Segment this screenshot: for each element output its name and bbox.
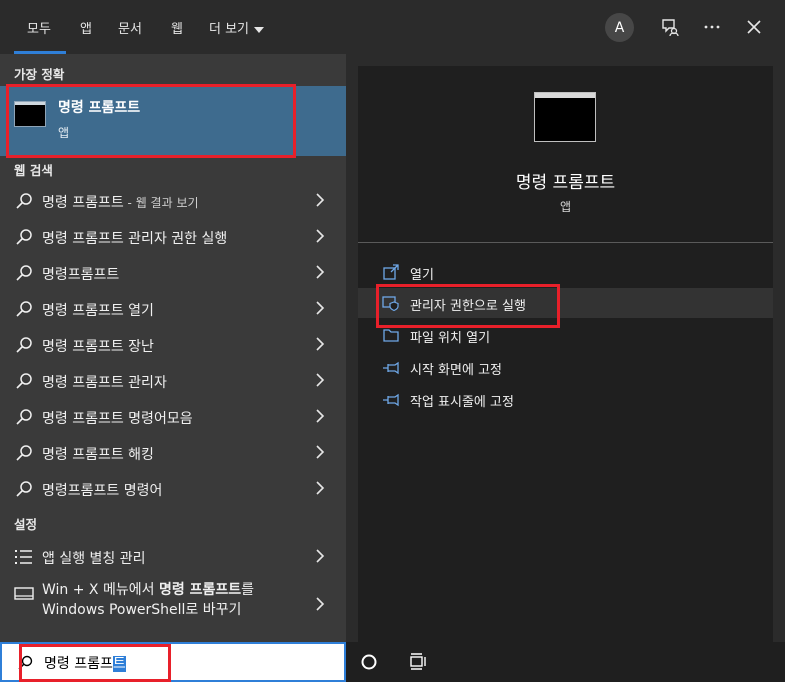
open-icon xyxy=(383,264,399,280)
tab-more[interactable]: 더 보기 xyxy=(209,18,265,37)
tab-documents[interactable]: 문서 xyxy=(118,18,142,37)
web-result-item[interactable]: 명령 프롬프트 명령어모음 xyxy=(0,398,346,434)
search-filter-bar: 모두 앱 문서 웹 더 보기 A xyxy=(0,0,785,54)
search-icon xyxy=(16,265,32,281)
web-result-label: 명령 프롬프트 관리자 xyxy=(42,375,167,391)
settings-item-line1-post: 를 xyxy=(241,582,254,598)
action-label: 작업 표시줄에 고정 xyxy=(410,395,514,410)
action-label: 열기 xyxy=(410,268,434,283)
tab-more-label: 더 보기 xyxy=(209,22,250,37)
chevron-right-icon xyxy=(316,409,325,423)
highlight-box-search xyxy=(19,644,171,682)
action-label: 시작 화면에 고정 xyxy=(410,363,502,378)
tab-all[interactable]: 모두 xyxy=(27,18,51,37)
chevron-right-icon xyxy=(316,445,325,459)
chevron-right-icon xyxy=(316,337,325,351)
search-icon xyxy=(16,445,32,461)
search-icon xyxy=(16,337,32,353)
action-pin-to-taskbar[interactable]: 작업 표시줄에 고정 xyxy=(358,384,773,414)
web-result-label: 명령 프롬프트 명령어모음 xyxy=(42,411,193,427)
highlight-box-run-as-admin xyxy=(376,284,560,328)
divider xyxy=(358,242,773,243)
web-result-item[interactable]: 명령 프롬프트 해킹 xyxy=(0,434,346,470)
search-icon xyxy=(16,229,32,245)
list-settings-icon xyxy=(15,550,32,564)
preview-card: 명령 프롬프트 앱 열기 관리자 권한으로 실행 파일 위치 열기 시작 화면에… xyxy=(358,66,773,642)
action-label: 파일 위치 열기 xyxy=(410,331,491,346)
chevron-right-icon xyxy=(316,373,325,387)
chevron-right-icon xyxy=(316,265,325,279)
section-best-match: 가장 정확 xyxy=(14,67,65,82)
chevron-right-icon xyxy=(316,597,325,611)
taskbar xyxy=(346,642,785,682)
settings-item-line1-pre: Win + X 메뉴에서 xyxy=(42,582,159,598)
web-result-item[interactable]: 명령 프롬프트 장난 xyxy=(0,326,346,362)
web-result-suffix: - 웹 결과 보기 xyxy=(123,196,199,210)
web-result-label: 명령 프롬프트 관리자 권한 실행 xyxy=(42,231,228,247)
web-result-label: 명령 프롬프트 장난 xyxy=(42,339,154,355)
search-icon xyxy=(16,193,32,209)
search-icon xyxy=(16,409,32,425)
settings-item-line2: Windows PowerShell로 바꾸기 xyxy=(42,602,242,618)
preview-subtitle: 앱 xyxy=(559,200,572,214)
cortana-icon[interactable] xyxy=(360,653,378,671)
search-icon xyxy=(16,301,32,317)
chevron-right-icon xyxy=(316,301,325,315)
web-result-item[interactable]: 명령 프롬프트 관리자 권한 실행 xyxy=(0,218,346,254)
web-result-item[interactable]: 명령 프롬프트 열기 xyxy=(0,290,346,326)
chevron-right-icon xyxy=(316,193,325,207)
action-open[interactable]: 열기 xyxy=(358,257,773,287)
web-result-label: 명령프롬프트 명령어 xyxy=(42,483,163,499)
web-result-label: 명령 프롬프트 xyxy=(42,195,124,211)
pin-icon xyxy=(383,393,399,407)
chevron-down-icon xyxy=(254,26,265,33)
preview-panel: 명령 프롬프트 앱 열기 관리자 권한으로 실행 파일 위치 열기 시작 화면에… xyxy=(346,54,785,642)
web-result-item[interactable]: 명령프롬프트 명령어 xyxy=(0,470,346,506)
settings-item-line1-bold: 명령 프롬프트 xyxy=(158,582,242,598)
search-icon xyxy=(16,481,32,497)
action-pin-to-start[interactable]: 시작 화면에 고정 xyxy=(358,352,773,382)
web-result-label: 명령 프롬프트 해킹 xyxy=(42,447,154,463)
chevron-right-icon xyxy=(316,481,325,495)
web-result-item[interactable]: 명령프롬프트 xyxy=(0,254,346,290)
monitor-icon xyxy=(14,587,34,600)
more-icon[interactable] xyxy=(699,14,725,40)
settings-item-label: 앱 실행 별칭 관리 xyxy=(42,551,146,567)
section-web-search: 웹 검색 xyxy=(14,163,53,178)
search-icon xyxy=(16,373,32,389)
highlight-box-best-match xyxy=(6,84,296,158)
command-prompt-large-icon xyxy=(534,92,596,142)
avatar[interactable]: A xyxy=(605,13,634,42)
chevron-right-icon xyxy=(316,229,325,243)
close-icon[interactable] xyxy=(741,14,767,40)
web-result-label: 명령 프롬프트 열기 xyxy=(42,303,154,319)
chevron-right-icon xyxy=(316,549,325,563)
feedback-icon[interactable] xyxy=(657,14,683,40)
web-result-item[interactable]: 명령 프롬프트 - 웹 결과 보기 xyxy=(0,182,346,218)
results-panel: 가장 정확 명령 프롬프트 앱 웹 검색 명령 프롬프트 - 웹 결과 보기 명… xyxy=(0,54,346,642)
tab-apps[interactable]: 앱 xyxy=(80,18,92,37)
tab-web[interactable]: 웹 xyxy=(171,18,183,37)
pin-icon xyxy=(383,361,399,375)
task-view-icon[interactable] xyxy=(408,653,428,671)
settings-item-app-alias[interactable]: 앱 실행 별칭 관리 xyxy=(0,538,346,574)
section-settings: 설정 xyxy=(14,517,38,532)
settings-item-winx-menu[interactable]: Win + X 메뉴에서 명령 프롬프트를 Windows PowerShell로… xyxy=(0,576,346,630)
preview-title: 명령 프롬프트 xyxy=(515,173,616,193)
web-result-item[interactable]: 명령 프롬프트 관리자 xyxy=(0,362,346,398)
web-result-label: 명령프롬프트 xyxy=(42,267,120,283)
folder-icon xyxy=(383,329,399,342)
